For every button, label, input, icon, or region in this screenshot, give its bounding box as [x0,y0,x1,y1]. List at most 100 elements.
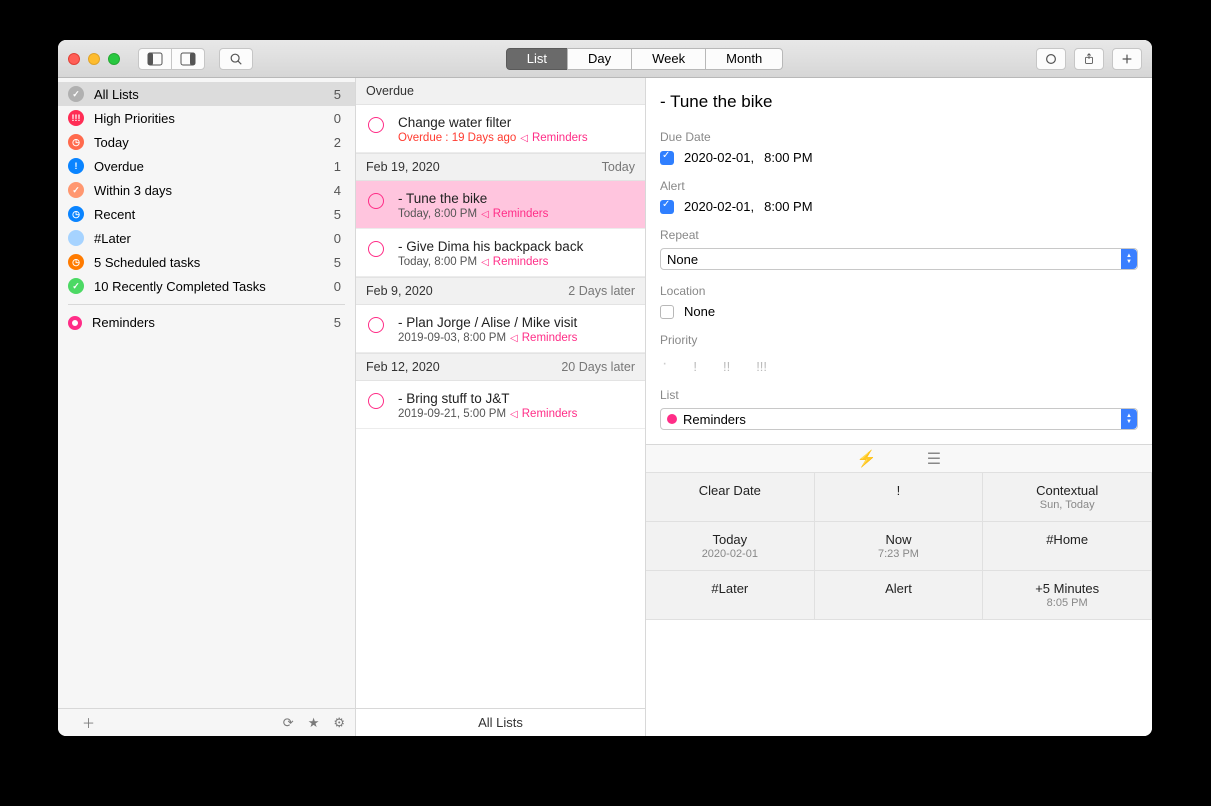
repeat-field: Repeat None ▲▼ [660,228,1138,270]
due-date-checkbox[interactable] [660,151,674,165]
list-label: List [660,388,1138,402]
quick-cell--home[interactable]: #Home [983,522,1152,571]
quick-cell-sub: Sun, Today [987,499,1147,511]
task-list-footer[interactable]: All Lists [356,708,645,736]
add-list-button[interactable]: ＋ [82,713,95,732]
sidebar-item-label: Recent [94,207,334,222]
task-item-list[interactable]: Reminders [493,208,549,220]
sidebar-list: ✓ All Lists 5!!! High Priorities 0◷ Toda… [58,78,355,708]
sidebar-item-10-recently-completed-tasks[interactable]: ✓ 10 Recently Completed Tasks 0 [58,274,355,298]
sidebar-right-toggle[interactable] [171,48,205,70]
alert-time-value[interactable]: 8:00 PM [764,199,812,214]
location-checkbox[interactable] [660,305,674,319]
quick-cell-today[interactable]: Today2020-02-01 [646,522,815,571]
quick-cell-sub: 8:05 PM [987,597,1147,609]
search-button[interactable] [219,48,253,70]
due-date-value[interactable]: 2020-02-01, [684,150,754,165]
settings-button[interactable]: ⚙ [333,715,345,731]
quick-cell-main: Now [819,532,979,547]
sidebar-toggle-group [138,48,205,70]
refresh-button[interactable]: ⟳ [283,715,294,731]
speaker-icon: ◁ [510,333,518,344]
sidebar-item-today[interactable]: ◷ Today 2 [58,130,355,154]
quick-cell-main: +5 Minutes [987,581,1147,596]
quick-cell--5-minutes[interactable]: +5 Minutes8:05 PM [983,571,1152,620]
sidebar-item-count: 4 [334,183,341,198]
task-item-title: - Bring stuff to J&T [398,391,635,406]
sidebar-item-icon: !!! [68,110,84,126]
task-complete-radio[interactable] [368,317,384,333]
quick-cell-now[interactable]: Now7:23 PM [815,522,984,571]
sidebar-footer: ＋ ⟳ ★ ⚙ [58,708,355,736]
quick-cell--later[interactable]: #Later [646,571,815,620]
repeat-select[interactable]: None ▲▼ [660,248,1138,270]
priority-low[interactable]: ! [693,359,697,374]
task-complete-radio[interactable] [368,117,384,133]
quick-grid: Clear Date!ContextualSun, Today Today2020… [646,473,1152,620]
task-item-title: - Plan Jorge / Alise / Mike visit [398,315,635,330]
task-title[interactable]: - Tune the bike [646,78,1152,116]
list-select[interactable]: Reminders ▲▼ [660,408,1138,430]
close-button[interactable] [68,53,80,65]
task-item-list[interactable]: Reminders [522,408,578,420]
sidebar-item-5-scheduled-tasks[interactable]: ◷ 5 Scheduled tasks 5 [58,250,355,274]
share-button[interactable] [1074,48,1104,70]
task-item-meta: Overdue : 19 Days ago ◁ Reminders [398,132,635,144]
section-header: Feb 9, 20202 Days later [356,277,645,305]
list-color-icon [68,316,82,330]
sidebar-item-label: Today [94,135,334,150]
due-time-value[interactable]: 8:00 PM [764,150,812,165]
sidebar-item-overdue[interactable]: ! Overdue 1 [58,154,355,178]
list-color-dot [667,414,677,424]
task-item-list[interactable]: Reminders [493,256,549,268]
view-month[interactable]: Month [705,48,783,70]
view-list[interactable]: List [506,48,568,70]
priority-high[interactable]: !!! [756,359,767,374]
alert-date-value[interactable]: 2020-02-01, [684,199,754,214]
add-button[interactable] [1112,48,1142,70]
task-row[interactable]: Change water filter Overdue : 19 Days ag… [356,105,645,153]
alert-label: Alert [660,179,1138,193]
view-week[interactable]: Week [631,48,706,70]
task-complete-radio[interactable] [368,193,384,209]
minimize-button[interactable] [88,53,100,65]
quick-cell-alert[interactable]: Alert [815,571,984,620]
task-item-meta: Today, 8:00 PM ◁ Reminders [398,256,635,268]
sidebar-item-high-priorities[interactable]: !!! High Priorities 0 [58,106,355,130]
sidebar-item-icon: ✓ [68,86,84,102]
quick-cell--[interactable]: ! [815,473,984,522]
task-row[interactable]: - Give Dima his backpack back Today, 8:0… [356,229,645,277]
task-complete-radio[interactable] [368,241,384,257]
sidebar-item-within-3-days[interactable]: ✓ Within 3 days 4 [58,178,355,202]
sidebar-item-all-lists[interactable]: ✓ All Lists 5 [58,82,355,106]
sidebar-left-toggle[interactable] [138,48,172,70]
task-row[interactable]: - Plan Jorge / Alise / Mike visit 2019-0… [356,305,645,353]
priority-none[interactable]: · [662,359,667,374]
section-title: Feb 19, 2020 [366,160,440,174]
task-scroll[interactable]: Overdue Change water filter Overdue : 19… [356,78,645,708]
task-row[interactable]: - Tune the bike Today, 8:00 PM ◁ Reminde… [356,181,645,229]
task-item-list[interactable]: Reminders [522,332,578,344]
sidebar-list-reminders[interactable]: Reminders 5 [58,311,355,334]
speaker-icon: ◁ [481,257,489,268]
favorite-button[interactable]: ★ [308,715,320,731]
quick-cell-main: Clear Date [650,483,810,498]
alert-checkbox[interactable] [660,200,674,214]
sync-button[interactable] [1036,48,1066,70]
view-day[interactable]: Day [567,48,632,70]
task-complete-radio[interactable] [368,393,384,409]
select-arrows-icon: ▲▼ [1121,249,1137,269]
task-row[interactable]: - Bring stuff to J&T 2019-09-21, 5:00 PM… [356,381,645,429]
task-item-list[interactable]: Reminders [532,132,588,144]
repeat-label: Repeat [660,228,1138,242]
sidebar-item-recent[interactable]: ◷ Recent 5 [58,202,355,226]
quick-cell-clear-date[interactable]: Clear Date [646,473,815,522]
priority-med[interactable]: !! [723,359,730,374]
sidebar-item--later[interactable]: #Later 0 [58,226,355,250]
quick-cell-contextual[interactable]: ContextualSun, Today [983,473,1152,522]
quick-tab-list[interactable]: ☰ [927,449,941,469]
sidebar-item-label: #Later [94,231,334,246]
maximize-button[interactable] [108,53,120,65]
app-window: List Day Week Month ✓ All Lists 5!!! Hig… [58,40,1152,736]
quick-tab-lightning[interactable]: ⚡ [857,449,877,469]
